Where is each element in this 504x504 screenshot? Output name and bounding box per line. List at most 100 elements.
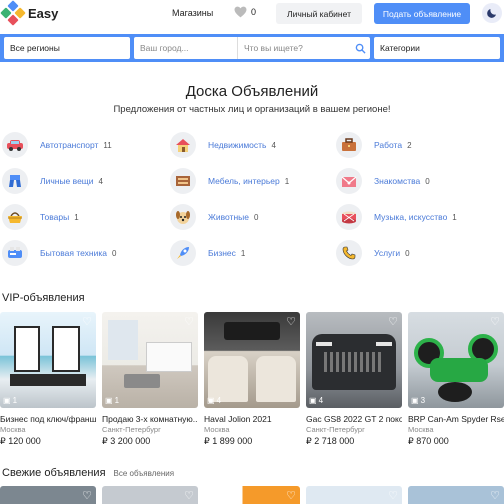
listing-title[interactable]: Бизнес под ключ/франш... <box>0 414 96 424</box>
listing-city: Москва <box>204 425 230 434</box>
logo[interactable]: Easy <box>0 0 59 26</box>
category-select[interactable]: Категории <box>374 37 500 59</box>
header: Easy Магазины 0 Личный кабинет Подать об… <box>0 0 504 28</box>
favorite-heart-icon[interactable]: ♡ <box>82 315 92 328</box>
category-autotransport[interactable]: Автотранспорт 11 <box>2 130 112 160</box>
appliance-icon <box>2 240 28 266</box>
briefcase-icon <box>336 132 362 158</box>
category-appliances[interactable]: Бытовая техника 0 <box>2 238 116 268</box>
fresh-card-photo[interactable]: ♡ <box>408 486 504 504</box>
search-input[interactable]: Что вы ищете? <box>238 37 350 59</box>
category-music-art[interactable]: Музыка, искусство 1 <box>336 202 457 232</box>
dog-icon <box>170 204 196 230</box>
category-label: Автотранспорт <box>40 140 99 150</box>
listing-photo: ♡ ▣ 1 <box>0 312 96 408</box>
category-realty[interactable]: Недвижимость 4 <box>170 130 276 160</box>
category-dating[interactable]: Знакомства 0 <box>336 166 430 196</box>
vip-card[interactable]: ♡ ▣ 1 Продаю 3-х комнатную... Санкт-Пете… <box>102 312 198 447</box>
fresh-section-header: Свежие объявления Все объявления <box>2 467 174 479</box>
category-animals[interactable]: Животные 0 <box>170 202 258 232</box>
logo-icon <box>0 0 26 26</box>
listing-price: ₽ 2 718 000 <box>306 436 355 446</box>
listing-city: Санкт-Петербург <box>306 425 365 434</box>
search-field-group: Ваш город... Что вы ищете? <box>134 37 370 59</box>
phone-icon <box>336 240 362 266</box>
fresh-card-photo[interactable]: ♡ <box>102 486 198 504</box>
category-label: Личные вещи <box>40 176 94 186</box>
vip-card[interactable]: ♡ ▣ 3 BRP Can-Am Spyder Rse... Москва ₽ … <box>408 312 504 447</box>
vip-card[interactable]: ♡ ▣ 4 Haval Jolion 2021 Москва ₽ 1 899 0… <box>204 312 300 447</box>
post-ad-button[interactable]: Подать объявление <box>374 3 470 24</box>
listing-title[interactable]: Gac GS8 2022 GT 2 поко... <box>306 414 402 424</box>
category-count: 0 <box>253 212 259 222</box>
photo-count: ▣ 4 <box>207 396 222 405</box>
search-icon <box>355 43 366 54</box>
category-count: 1 <box>74 212 79 222</box>
page-subtitle: Предложения от частных лиц и организаций… <box>113 104 391 115</box>
category-services[interactable]: Услуги 0 <box>336 238 410 268</box>
category-count: 1 <box>452 212 457 222</box>
category-count: 4 <box>271 140 276 150</box>
category-count: 2 <box>407 140 412 150</box>
house-icon <box>170 132 196 158</box>
listing-city: Санкт-Петербург <box>102 425 161 434</box>
category-jobs[interactable]: Работа 2 <box>336 130 412 160</box>
fresh-section-title: Свежие объявления <box>2 467 106 479</box>
car-icon <box>2 132 28 158</box>
search-button[interactable] <box>350 43 370 54</box>
region-select[interactable]: Все регионы <box>4 37 130 59</box>
listing-photo: ♡ ▣ 1 <box>102 312 198 408</box>
city-input[interactable]: Ваш город... <box>134 37 238 59</box>
category-count: 0 <box>112 248 117 258</box>
vip-section-title: VIP-объявления <box>2 292 85 304</box>
favorite-heart-icon[interactable]: ♡ <box>388 315 398 328</box>
listing-title[interactable]: BRP Can-Am Spyder Rse... <box>408 414 504 424</box>
category-goods[interactable]: Товары 1 <box>2 202 79 232</box>
category-label: Товары <box>40 212 70 222</box>
category-label: Услуги <box>374 248 401 258</box>
heart-icon <box>234 6 247 18</box>
all-ads-link[interactable]: Все объявления <box>114 469 175 478</box>
favorite-heart-icon[interactable]: ♡ <box>286 315 296 328</box>
favorite-heart-icon[interactable]: ♡ <box>286 489 296 502</box>
furniture-icon <box>170 168 196 194</box>
photo-count: ▣ 1 <box>105 396 120 405</box>
listing-photo: ♡ ▣ 3 <box>408 312 504 408</box>
favorite-heart-icon[interactable]: ♡ <box>388 489 398 502</box>
listing-city: Москва <box>0 425 26 434</box>
shops-link[interactable]: Магазины <box>172 8 213 18</box>
listing-title[interactable]: Haval Jolion 2021 <box>204 414 300 424</box>
listing-price: ₽ 120 000 <box>0 436 41 446</box>
rocket-icon <box>170 240 196 266</box>
category-furniture[interactable]: Мебель, интерьер 1 <box>170 166 289 196</box>
category-label: Мебель, интерьер <box>208 176 280 186</box>
listing-title[interactable]: Продаю 3-х комнатную... <box>102 414 198 424</box>
category-label: Работа <box>374 140 403 150</box>
logo-text: Easy <box>28 5 59 21</box>
category-label: Животные <box>208 212 249 222</box>
fresh-card-photo[interactable]: ♡ <box>204 486 300 504</box>
favorite-heart-icon[interactable]: ♡ <box>490 315 500 328</box>
category-label: Бизнес <box>208 248 236 258</box>
category-count: 0 <box>405 248 410 258</box>
drum-icon <box>336 204 362 230</box>
category-count: 1 <box>240 248 246 258</box>
basket-icon <box>2 204 28 230</box>
fresh-card-photo[interactable]: ♡ <box>306 486 402 504</box>
theme-toggle-button[interactable] <box>482 3 502 23</box>
favorite-heart-icon[interactable]: ♡ <box>184 489 194 502</box>
fresh-card-photo[interactable]: ♡ <box>0 486 96 504</box>
favorite-heart-icon[interactable]: ♡ <box>184 315 194 328</box>
listing-city: Москва <box>408 425 434 434</box>
category-business[interactable]: Бизнес 1 <box>170 238 245 268</box>
favorite-heart-icon[interactable]: ♡ <box>82 489 92 502</box>
category-personal-items[interactable]: Личные вещи 4 <box>2 166 103 196</box>
vip-card[interactable]: ♡ ▣ 1 Бизнес под ключ/франш... Москва ₽ … <box>0 312 96 447</box>
favorites-link[interactable]: 0 <box>234 6 256 18</box>
listing-price: ₽ 1 899 000 <box>204 436 253 446</box>
listing-photo: ♡ ▣ 4 <box>204 312 300 408</box>
personal-cabinet-button[interactable]: Личный кабинет <box>276 3 362 24</box>
page-title: Доска Объявлений <box>185 83 319 100</box>
vip-card[interactable]: ♡ ▣ 4 Gac GS8 2022 GT 2 поко... Санкт-Пе… <box>306 312 402 447</box>
favorite-heart-icon[interactable]: ♡ <box>490 489 500 502</box>
